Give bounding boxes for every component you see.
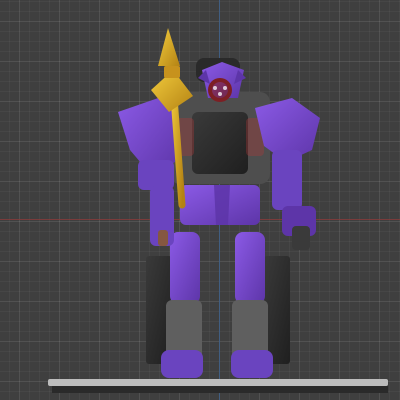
3d-viewport[interactable] <box>0 0 400 400</box>
robot-torso <box>170 92 270 184</box>
robot-left-arm <box>118 96 178 246</box>
robot-model-scene[interactable] <box>0 0 400 400</box>
base-plate <box>48 379 388 393</box>
robot-hips <box>180 185 260 225</box>
robot-right-leg <box>231 232 290 378</box>
robot-left-leg <box>146 232 203 378</box>
